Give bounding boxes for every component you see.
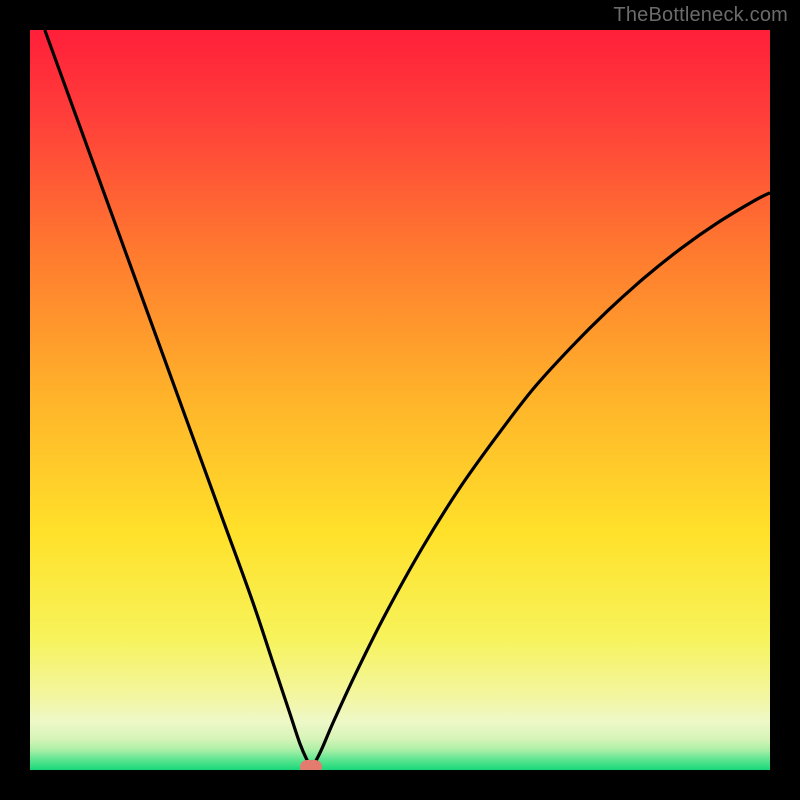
optimal-point-marker [300, 760, 322, 770]
bottleneck-curve [30, 30, 770, 770]
watermark-text: TheBottleneck.com [613, 4, 788, 27]
chart-frame: TheBottleneck.com [0, 0, 800, 800]
plot-area [30, 30, 770, 770]
